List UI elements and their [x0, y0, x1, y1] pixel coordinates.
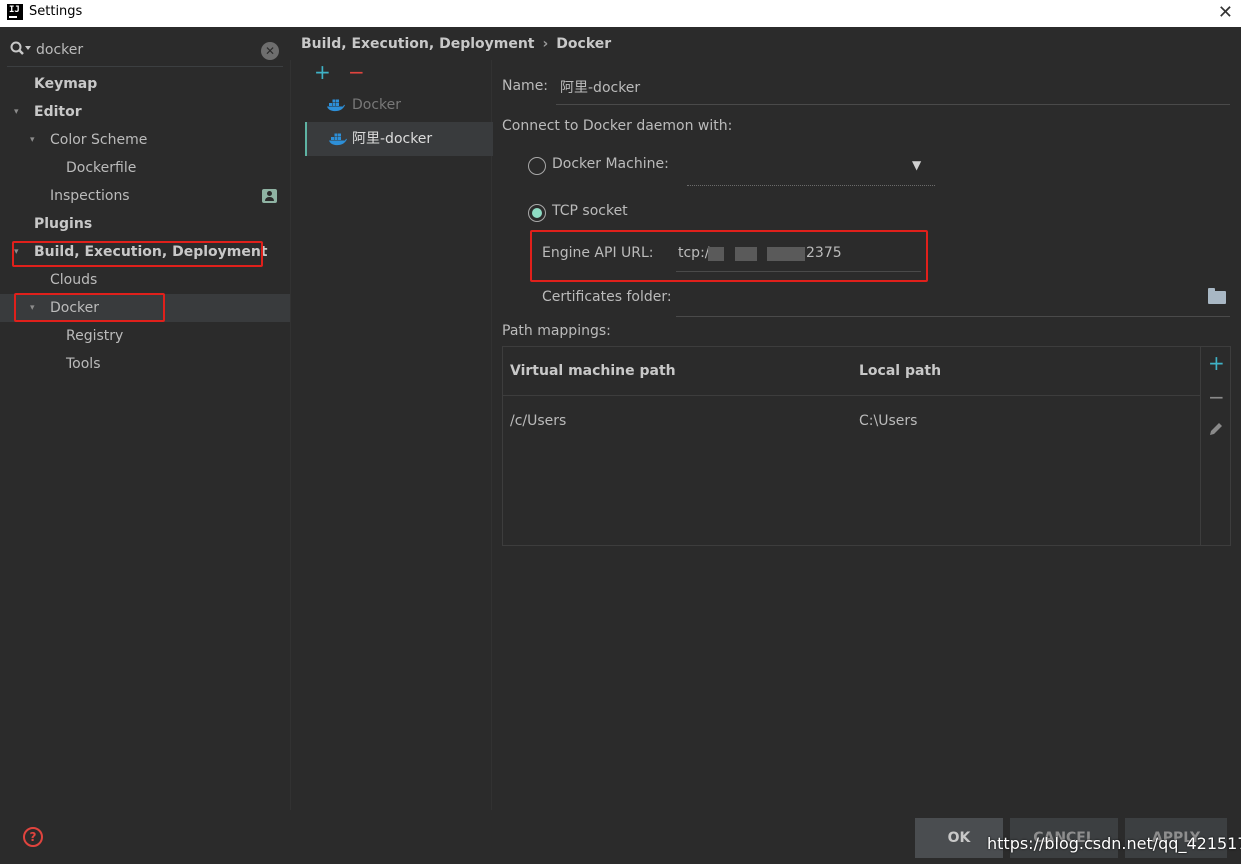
intellij-app-icon: IJ	[7, 4, 23, 20]
name-label: Name:	[502, 78, 549, 94]
docker-machine-label: Docker Machine:	[552, 156, 669, 172]
redaction-block	[735, 247, 757, 261]
search-input[interactable]	[36, 39, 256, 61]
watermark: https://blog.csdn.net/qq_42151769	[987, 834, 1241, 853]
tcp-socket-label: TCP socket	[552, 203, 628, 219]
tree-item-label: Color Scheme	[50, 132, 148, 148]
tree-item-tools[interactable]: Tools	[0, 350, 290, 378]
breadcrumb-parent[interactable]: Build, Execution, Deployment	[301, 36, 535, 52]
tree-item-editor[interactable]: ▾ Editor	[0, 98, 290, 126]
tree-item-dockerfile[interactable]: Dockerfile	[0, 154, 290, 182]
tree-item-color-scheme[interactable]: ▾ Color Scheme	[0, 126, 290, 154]
tree-item-label: Registry	[66, 328, 124, 344]
list-item-label: Docker	[352, 97, 402, 113]
window-title-bar: IJ Settings ✕	[0, 0, 1241, 27]
clear-icon[interactable]: ✕	[261, 42, 279, 60]
list-item-ali-docker[interactable]: 阿里-docker	[305, 122, 493, 156]
tcp-socket-radio[interactable]	[528, 204, 546, 222]
tree-item-label: Inspections	[50, 188, 130, 204]
docker-config-list: + − Docker 阿里-docker	[290, 60, 493, 810]
breadcrumb: Build, Execution, Deployment › Docker	[301, 36, 611, 56]
table-toolbar: + −	[1200, 347, 1230, 545]
tree-item-clouds[interactable]: Clouds	[0, 266, 290, 294]
add-icon[interactable]: +	[314, 60, 331, 84]
tree-item-registry[interactable]: Registry	[0, 322, 290, 350]
list-item-label: 阿里-docker	[352, 131, 433, 147]
chevron-down-icon[interactable]: ▾	[14, 98, 19, 126]
search-icon[interactable]	[10, 41, 32, 57]
folder-icon[interactable]	[1208, 288, 1226, 304]
breadcrumb-separator: ›	[542, 36, 549, 52]
certificates-folder-field[interactable]	[676, 316, 1230, 317]
connect-label: Connect to Docker daemon with:	[502, 118, 733, 134]
path-mappings-label: Path mappings:	[502, 323, 611, 339]
add-icon[interactable]: +	[1208, 351, 1225, 375]
engine-api-url-suffix: 2375	[806, 245, 842, 261]
tree-item-label: Keymap	[34, 76, 98, 92]
tree-item-label: Clouds	[50, 272, 98, 288]
table-header: Virtual machine path Local path	[503, 347, 1200, 396]
tree-item-label: Tools	[66, 356, 101, 372]
column-header-local-path[interactable]: Local path	[859, 363, 941, 379]
edit-icon[interactable]	[1208, 421, 1224, 437]
project-profile-icon	[262, 189, 277, 203]
highlight-box-build	[12, 241, 263, 267]
remove-icon[interactable]: −	[348, 60, 365, 84]
table-cell-vm-path: /c/Users	[510, 413, 567, 429]
highlight-box-docker	[14, 293, 165, 322]
table-cell-local-path: C:\Users	[859, 413, 918, 429]
column-header-vm-path[interactable]: Virtual machine path	[510, 363, 676, 379]
window-title: Settings	[29, 4, 83, 19]
settings-sidebar: ✕ Keymap ▾ Editor ▾ Color Scheme Dockerf…	[0, 27, 290, 864]
tree-item-label: Plugins	[34, 216, 93, 232]
docker-icon	[327, 99, 345, 112]
engine-api-url-prefix: tcp:/	[678, 245, 710, 261]
chevron-down-icon[interactable]: ▼	[912, 158, 921, 172]
close-icon[interactable]: ✕	[1218, 2, 1233, 23]
list-item-docker[interactable]: Docker	[305, 88, 493, 122]
breadcrumb-current: Docker	[556, 36, 612, 52]
engine-api-url-underline	[676, 271, 921, 272]
redaction-block	[767, 247, 805, 261]
tree-item-keymap[interactable]: Keymap	[0, 70, 290, 98]
tree-item-label: Dockerfile	[66, 160, 137, 176]
engine-api-url-label: Engine API URL:	[542, 245, 654, 261]
help-icon[interactable]: ?	[23, 827, 43, 847]
docker-machine-radio[interactable]	[528, 157, 546, 175]
docker-machine-dropdown[interactable]	[687, 185, 935, 186]
path-mappings-table: Virtual machine path Local path /c/Users…	[502, 346, 1231, 546]
tree-item-label: Editor	[34, 104, 82, 120]
chevron-down-icon[interactable]: ▾	[30, 126, 35, 154]
docker-icon	[329, 133, 347, 146]
name-field[interactable]	[560, 77, 860, 97]
redaction-block	[708, 247, 724, 261]
tree-item-inspections[interactable]: Inspections	[0, 182, 290, 210]
settings-search: ✕	[7, 35, 283, 67]
tree-item-plugins[interactable]: Plugins	[0, 210, 290, 238]
name-field-underline	[556, 104, 1230, 105]
certificates-folder-label: Certificates folder:	[542, 289, 672, 305]
remove-icon[interactable]: −	[1208, 385, 1225, 409]
